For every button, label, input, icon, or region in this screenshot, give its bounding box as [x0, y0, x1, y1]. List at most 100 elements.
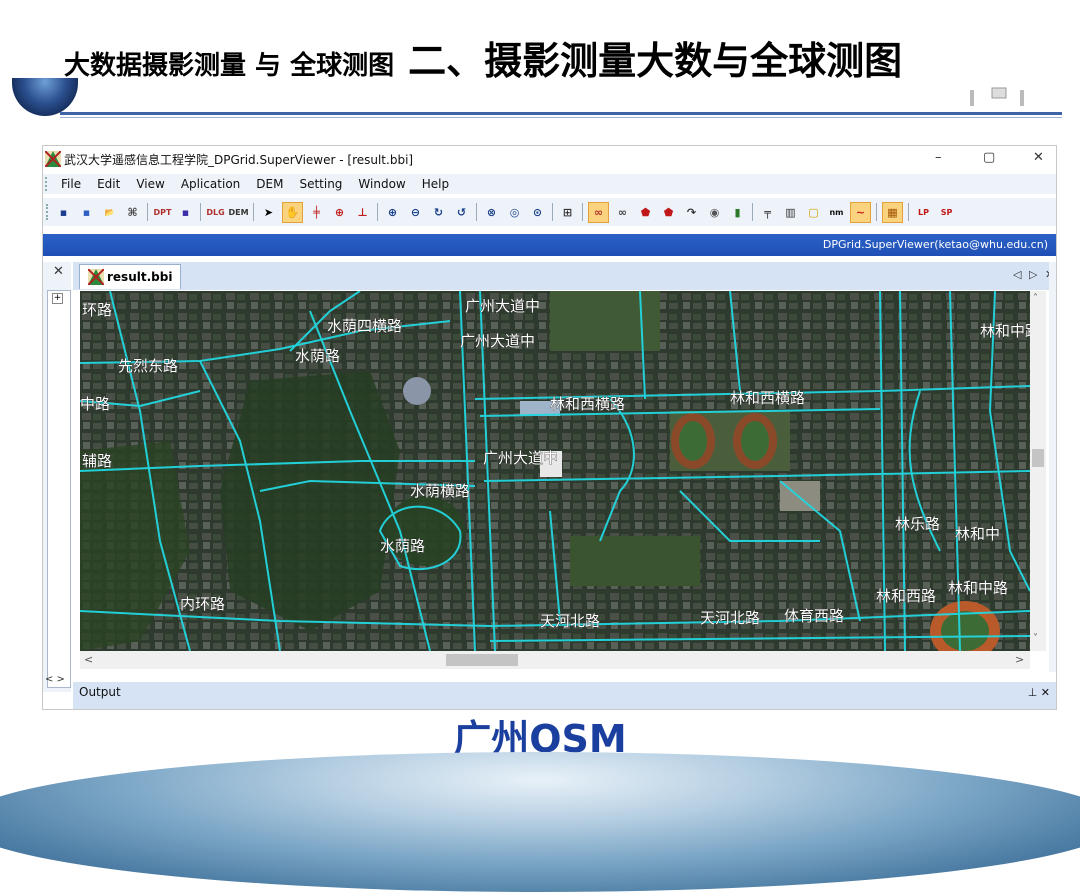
map-road-label: 水荫四横路 — [327, 317, 402, 335]
open-folder-icon[interactable]: 📂 — [100, 203, 119, 222]
curve-icon[interactable]: ∼ — [850, 202, 871, 223]
stereo-glasses-icon[interactable]: ∞ — [588, 202, 609, 223]
map-viewport[interactable]: 环路水荫四横路广州大道中广州大道中林和中路先烈东路水荫路中路林和西横路林和西横路… — [80, 291, 1030, 651]
horizontal-scrollbar[interactable]: < > — [80, 651, 1030, 669]
anchor-cross-icon[interactable]: ⊥ — [353, 203, 372, 222]
menu-application[interactable]: Aplication — [181, 177, 240, 191]
vertical-scroll-thumb[interactable] — [1032, 449, 1044, 467]
grid-box-icon[interactable]: ▦ — [882, 202, 903, 223]
map-road-label: 辅路 — [82, 452, 112, 470]
close-window-button[interactable]: ✕ — [1033, 150, 1044, 165]
yellow-box-icon[interactable]: ▢ — [804, 203, 823, 222]
circle-cross-icon[interactable]: ⊕ — [330, 203, 349, 222]
rotate-icon[interactable]: ↷ — [682, 203, 701, 222]
glasses-icon[interactable]: ∞ — [613, 203, 632, 222]
tab-scroll-left-icon[interactable]: ◁ — [1013, 268, 1021, 281]
menu-file[interactable]: File — [61, 177, 81, 191]
project-tree[interactable]: + — [47, 290, 71, 688]
menu-help[interactable]: Help — [422, 177, 449, 191]
menu-grip-icon — [45, 177, 53, 191]
osm-map-canvas: 环路水荫四横路广州大道中广州大道中林和中路先烈东路水荫路中路林和西横路林和西横路… — [80, 291, 1030, 651]
pointer-icon[interactable]: ➤ — [259, 203, 278, 222]
zoom-out-icon[interactable]: ⊖ — [406, 203, 425, 222]
shield-red-icon[interactable]: ⬟ — [636, 203, 655, 222]
scroll-down-icon[interactable]: ˅ — [1033, 633, 1038, 644]
disk-icon[interactable]: ▪ — [176, 203, 195, 222]
slide-header: 大数据摄影测量 与 全球测图 二、摄影测量大数与全球测图 — [64, 30, 902, 85]
toolbar-separator — [752, 203, 753, 221]
zoom-refresh-icon[interactable]: ↻ — [429, 203, 448, 222]
close-panel-icon[interactable]: ✕ — [53, 264, 64, 279]
maximize-button[interactable]: ▢ — [983, 150, 995, 165]
toolbar-separator — [908, 203, 909, 221]
panel-nav-icon[interactable]: < > — [45, 674, 65, 685]
map-road-label: 林和中路 — [980, 322, 1030, 340]
map-road-label: 林和中 — [955, 525, 1000, 543]
open-image-icon[interactable]: ⌘ — [123, 203, 142, 222]
minimize-button[interactable]: – — [935, 150, 942, 165]
shield-red-outline-icon[interactable]: ⬟ — [659, 203, 678, 222]
tab-result-bbi[interactable]: result.bbi — [79, 264, 181, 289]
dpt-icon[interactable]: DPT — [153, 203, 172, 222]
grid-cross-icon[interactable]: ╤ — [758, 203, 777, 222]
full-extent-icon[interactable]: ⊞ — [558, 203, 577, 222]
map-road-label: 中路 — [80, 395, 110, 413]
output-panel-header: Output ⊥ ✕ — [73, 682, 1056, 709]
tab-label: result.bbi — [107, 270, 172, 284]
dem-icon[interactable]: DEM — [229, 203, 248, 222]
window-title: 武汉大学遥感信息工程学院_DPGrid.SuperViewer - [resul… — [64, 151, 413, 168]
map-road-label: 林和中路 — [948, 579, 1008, 597]
book-icon[interactable]: ▮ — [728, 203, 747, 222]
expand-node-icon[interactable]: + — [52, 293, 63, 304]
crosshair-icon[interactable]: ╪ — [307, 203, 326, 222]
map-road-label: 天河北路 — [540, 612, 600, 630]
output-label: Output — [79, 685, 121, 699]
toolbar-separator — [552, 203, 553, 221]
app-window: 武汉大学遥感信息工程学院_DPGrid.SuperViewer - [resul… — [42, 145, 1057, 710]
toolbar-grip-icon — [46, 204, 52, 220]
camera-icon[interactable]: ◉ — [705, 203, 724, 222]
map-road-label: 水荫路 — [380, 537, 425, 555]
zoom-actual-icon[interactable]: ⊙ — [528, 203, 547, 222]
zoom-window-icon[interactable]: ◎ — [505, 203, 524, 222]
columns-icon[interactable]: ▥ — [781, 203, 800, 222]
map-road-label: 水荫横路 — [410, 482, 470, 500]
horizontal-scroll-thumb[interactable] — [446, 654, 518, 666]
zoom-back-icon[interactable]: ↺ — [452, 203, 471, 222]
map-road-label: 先烈东路 — [118, 357, 178, 375]
project-panel: ✕ + — [43, 262, 71, 692]
sp-icon[interactable]: SP — [937, 203, 956, 222]
lp-icon[interactable]: LP — [914, 203, 933, 222]
vertical-scrollbar[interactable]: ˄ ˅ — [1030, 291, 1046, 651]
right-dock-strip — [1049, 262, 1056, 672]
nm-icon[interactable]: nm — [827, 203, 846, 222]
scroll-right-icon[interactable]: > — [1015, 653, 1024, 666]
main-toolbar: ▪▪📂⌘DPT▪DLGDEM➤✋╪⊕⊥⊕⊖↻↺⊗◎⊙⊞∞∞⬟⬟↷◉▮╤▥▢nm∼… — [43, 198, 1056, 226]
menu-window[interactable]: Window — [358, 177, 405, 191]
map-road-label: 林乐路 — [895, 515, 940, 533]
menu-edit[interactable]: Edit — [97, 177, 120, 191]
zoom-fit-icon[interactable]: ⊗ — [482, 203, 501, 222]
map-road-label: 体育西路 — [784, 607, 844, 625]
map-road-label: 水荫路 — [295, 347, 340, 365]
menu-setting[interactable]: Setting — [299, 177, 342, 191]
save-all-icon[interactable]: ▪ — [77, 203, 96, 222]
hand-pan-icon[interactable]: ✋ — [282, 202, 303, 223]
save-icon[interactable]: ▪ — [54, 203, 73, 222]
scroll-left-icon[interactable]: < — [84, 653, 93, 666]
tab-scroll-right-icon[interactable]: ▷ — [1029, 268, 1037, 281]
pin-icon[interactable]: ⊥ ✕ — [1028, 686, 1050, 699]
menu-dem[interactable]: DEM — [256, 177, 283, 191]
map-road-label: 林和西横路 — [730, 389, 805, 407]
dlg-icon[interactable]: DLG — [206, 203, 225, 222]
toolbar-separator — [377, 203, 378, 221]
scroll-up-icon[interactable]: ˄ — [1033, 293, 1038, 304]
map-road-label: 天河北路 — [700, 609, 760, 627]
slide-subtitle: 大数据摄影测量 与 全球测图 — [64, 45, 394, 82]
menu-view[interactable]: View — [136, 177, 164, 191]
map-road-label: 环路 — [82, 301, 112, 319]
menu-bar: File Edit View Aplication DEM Setting Wi… — [43, 174, 1056, 194]
user-status-text: DPGrid.SuperViewer(ketao@whu.edu.cn) — [823, 238, 1048, 251]
corner-emblem-icon — [962, 80, 1032, 108]
zoom-in-icon[interactable]: ⊕ — [383, 203, 402, 222]
